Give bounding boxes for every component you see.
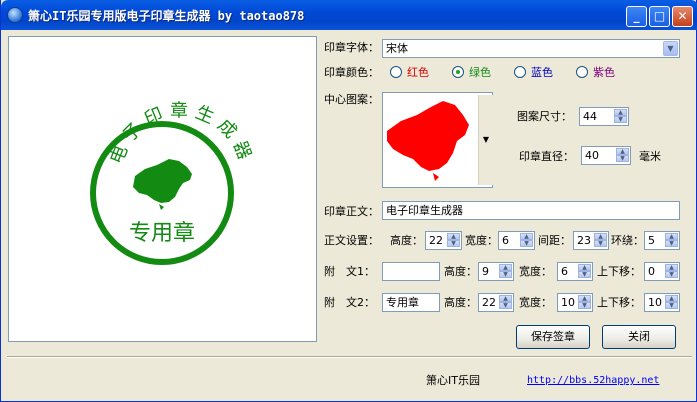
sub1-width-label: 宽度： <box>519 265 552 278</box>
sub1-label-b: 文1： <box>346 265 375 278</box>
pattern-size-label: 图案尺寸： <box>517 110 572 123</box>
chevron-down-icon[interactable]: ▼ <box>663 41 678 56</box>
text-settings-label: 正文设置： <box>324 234 379 247</box>
wrap-spinner[interactable]: 5 ▲ ▼ <box>644 231 680 250</box>
footer-brand: 箫心IT乐园 <box>426 374 480 387</box>
minimize-icon: _ <box>633 9 640 23</box>
sub1-height-spinner[interactable]: 9 ▲ ▼ <box>478 262 514 281</box>
stamp-svg: 电子印章生成器 专用章 <box>90 100 257 265</box>
sub2-shift-spinner[interactable]: 10 ▲ ▼ <box>644 293 680 312</box>
radio-blue-label[interactable]: 蓝色 <box>531 66 553 80</box>
spinner-arrows-icon[interactable]: ▲ ▼ <box>614 109 627 124</box>
spacing-label: 间距： <box>538 234 571 247</box>
app-icon[interactable] <box>7 7 23 23</box>
font-select[interactable]: 宋体 ▼ <box>382 39 680 58</box>
sub2-height-label: 高度： <box>444 296 477 309</box>
font-select-value: 宋体 <box>386 42 408 55</box>
spinner-arrows-icon[interactable]: ▲ ▼ <box>594 233 607 248</box>
footer-link[interactable]: http://bbs.52happy.net <box>527 375 659 386</box>
spinner-arrows-icon[interactable]: ▲ ▼ <box>665 233 678 248</box>
pattern-label: 中心图案： <box>324 93 379 106</box>
sub1-label-a: 附 <box>324 265 335 278</box>
main-text-input[interactable]: 电子印章生成器 <box>382 201 680 220</box>
sub1-input[interactable] <box>382 262 440 281</box>
spacing-spinner[interactable]: 23 ▲ ▼ <box>573 231 609 250</box>
footer-separator <box>7 356 692 358</box>
height-label: 高度： <box>390 234 423 247</box>
stamp-bottom-text: 专用章 <box>129 221 195 246</box>
stamp-preview: 电子印章生成器 专用章 <box>8 36 317 342</box>
radio-blue[interactable] <box>514 66 526 78</box>
spinner-arrows-icon[interactable]: ▲ ▼ <box>447 233 460 248</box>
spinner-arrows-icon[interactable]: ▲ ▼ <box>665 295 678 310</box>
pattern-size-spinner[interactable]: 44 ▲ ▼ <box>579 107 629 126</box>
spinner-arrows-icon[interactable]: ▲ ▼ <box>499 264 512 279</box>
diameter-label: 印章直径： <box>519 150 574 163</box>
width-label: 宽度： <box>465 234 498 247</box>
window-title: 箫心IT乐园专用版电子印章生成器 by taotao878 <box>28 9 305 23</box>
color-label: 印章颜色： <box>324 66 379 79</box>
spinner-arrows-icon[interactable]: ▲ ▼ <box>520 233 533 248</box>
dropdown-arrow-icon: ▼ <box>482 135 490 144</box>
diameter-spinner[interactable]: 40 ▲ ▼ <box>581 146 631 165</box>
radio-purple-label[interactable]: 紫色 <box>593 66 615 80</box>
wrap-label: 环绕： <box>611 234 644 247</box>
sub2-height-spinner[interactable]: 22 ▲ ▼ <box>478 293 514 312</box>
sub2-width-spinner[interactable]: 10 ▲ ▼ <box>557 293 593 312</box>
sub2-input[interactable]: 专用章 <box>382 293 440 312</box>
sub2-width-label: 宽度： <box>519 296 552 309</box>
china-map-pattern <box>133 159 192 210</box>
spinner-arrows-icon[interactable]: ▲ ▼ <box>665 264 678 279</box>
sub1-shift-spinner[interactable]: 0 ▲ ▼ <box>644 262 680 281</box>
sub2-label-b: 文2： <box>346 296 375 309</box>
sub1-shift-label: 上下移： <box>597 265 641 278</box>
stamp-top-text: 电子印章生成器 <box>106 100 257 168</box>
sub1-height-label: 高度： <box>444 265 477 278</box>
radio-purple[interactable] <box>576 66 588 78</box>
sub2-label-a: 附 <box>324 296 335 309</box>
spinner-arrows-icon[interactable]: ▲ ▼ <box>578 295 591 310</box>
maximize-icon: □ <box>653 9 666 23</box>
china-map-icon <box>387 101 469 181</box>
pattern-size-value: 44 <box>583 110 597 123</box>
spinner-arrows-icon[interactable]: ▲ ▼ <box>578 264 591 279</box>
minimize-button[interactable]: _ <box>626 6 647 27</box>
main-window: 箫心IT乐园专用版电子印章生成器 by taotao878 _ □ ✕ 电子印章… <box>0 0 697 402</box>
close-icon: ✕ <box>677 9 688 23</box>
close-window-button[interactable]: ✕ <box>672 6 693 27</box>
pattern-dropdown-button[interactable]: ▼ <box>478 95 493 185</box>
title-bar[interactable]: 箫心IT乐园专用版电子印章生成器 by taotao878 _ □ ✕ <box>1 0 697 30</box>
radio-red[interactable] <box>390 66 402 78</box>
save-stamp-button[interactable]: 保存签章 <box>516 325 590 349</box>
font-label: 印章字体： <box>324 41 379 54</box>
diameter-value: 40 <box>585 149 599 162</box>
width-spinner[interactable]: 6 ▲ ▼ <box>498 231 535 250</box>
spinner-arrows-icon[interactable]: ▲ ▼ <box>499 295 512 310</box>
radio-green-label[interactable]: 绿色 <box>469 66 491 80</box>
radio-green[interactable] <box>452 66 464 78</box>
diameter-unit: 毫米 <box>639 150 661 163</box>
height-spinner[interactable]: 22 ▲ ▼ <box>425 231 462 250</box>
maximize-button[interactable]: □ <box>649 6 670 27</box>
radio-red-label[interactable]: 红色 <box>407 66 429 80</box>
sub1-width-spinner[interactable]: 6 ▲ ▼ <box>557 262 593 281</box>
spinner-arrows-icon[interactable]: ▲ ▼ <box>616 148 629 163</box>
close-button[interactable]: 关闭 <box>602 325 676 349</box>
pattern-picker[interactable]: ▼ <box>382 92 493 188</box>
main-text-label: 印章正文： <box>324 205 379 218</box>
sub2-shift-label: 上下移： <box>597 296 641 309</box>
